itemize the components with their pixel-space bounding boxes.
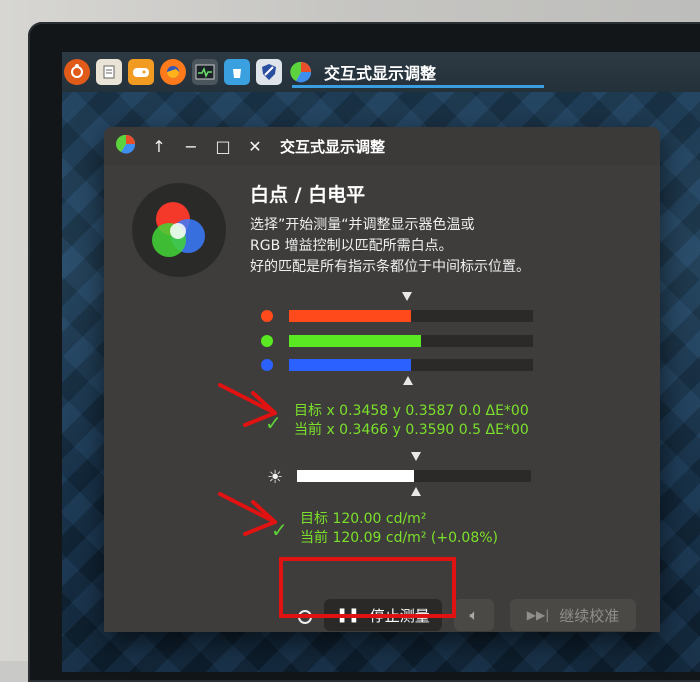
continue-calibration-label: 继续校准 <box>559 606 620 625</box>
green-track <box>289 335 533 347</box>
close-button[interactable]: ✕ <box>246 137 264 156</box>
whitepoint-readout: 目标 x 0.3458 y 0.3587 0.0 ΔE*00 当前 x 0.34… <box>294 402 529 440</box>
rgb-circles-icon <box>132 183 226 277</box>
red-fill <box>289 310 411 322</box>
shield-app-icon[interactable] <box>256 59 282 85</box>
highlight-box <box>279 557 456 618</box>
luminance-readout: 目标 120.00 cd/m² 当前 120.09 cd/m² (+0.08%) <box>300 510 498 548</box>
window-title: 交互式显示调整 <box>280 137 386 156</box>
red-arrow-1 <box>218 383 277 427</box>
maximize-button[interactable]: □ <box>214 137 232 156</box>
skip-forward-icon: ▶▶| <box>526 608 550 622</box>
green-fill <box>289 335 421 347</box>
firefox-icon[interactable] <box>160 59 186 85</box>
minimize-button[interactable]: − <box>182 137 200 156</box>
game-controller-icon[interactable] <box>128 59 154 85</box>
active-window-indicator <box>292 85 544 88</box>
blue-fill <box>289 359 411 371</box>
luminance-fill <box>297 470 414 482</box>
display-calibration-icon[interactable] <box>288 59 314 85</box>
sound-button[interactable]: 🔈︎ <box>454 599 494 631</box>
instructions-line-2: RGB 增益控制以匹配所需白点。 <box>250 238 453 254</box>
whitepoint-current: 当前 x 0.3466 y 0.3590 0.5 ΔE*00 <box>294 422 529 438</box>
app-icon <box>116 134 136 158</box>
luminance-track <box>297 470 531 482</box>
luminance-target-marker-bottom <box>411 487 421 496</box>
red-track <box>289 310 533 322</box>
luminance-target-marker-top <box>411 452 421 461</box>
red-arrow-2 <box>218 492 277 536</box>
section-heading: 白点 / 白电平 <box>250 184 366 206</box>
window-titlebar: ↑ − □ ✕ 交互式显示调整 <box>104 127 660 165</box>
text-editor-icon[interactable] <box>96 59 122 85</box>
keep-above-button[interactable]: ↑ <box>150 137 168 156</box>
continue-calibration-button[interactable]: ▶▶| 继续校准 <box>510 599 636 631</box>
system-monitor-icon[interactable] <box>192 59 218 85</box>
instructions-line-1: 选择”开始测量“并调整显示器色温或 <box>250 217 475 233</box>
taskbar-active-title[interactable]: 交互式显示调整 <box>324 60 436 84</box>
ubuntu-icon[interactable] <box>64 59 90 85</box>
speaker-icon: 🔈︎ <box>469 606 479 624</box>
instructions-line-3: 好的匹配是所有指示条都位于中间标示位置。 <box>250 259 530 275</box>
instructions-text: 选择”开始测量“并调整显示器色温或 RGB 增益控制以匹配所需白点。 好的匹配是… <box>250 215 530 278</box>
luminance-target: 目标 120.00 cd/m² <box>300 511 427 527</box>
whitepoint-target: 目标 x 0.3458 y 0.3587 0.0 ΔE*00 <box>294 403 529 419</box>
green-dot-icon <box>261 335 273 347</box>
rgb-target-marker-bottom <box>403 376 413 385</box>
rgb-target-marker-top <box>402 292 412 301</box>
software-center-icon[interactable] <box>224 59 250 85</box>
luminance-current: 当前 120.09 cd/m² (+0.08%) <box>300 530 499 546</box>
blue-track <box>289 359 533 371</box>
red-dot-icon <box>261 310 273 322</box>
blue-dot-icon <box>261 359 273 371</box>
